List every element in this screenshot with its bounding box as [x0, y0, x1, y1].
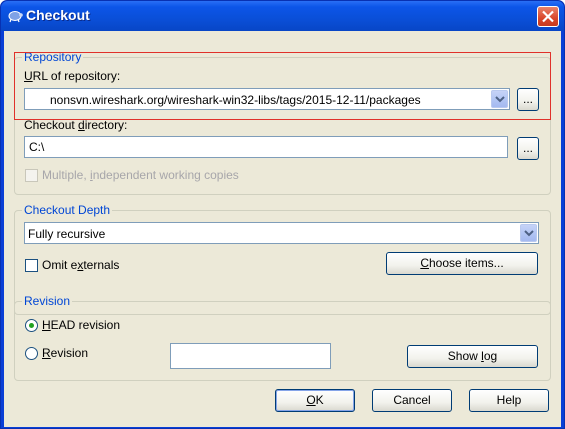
- checkout-window: Checkout Repository URL of repository: n…: [0, 0, 565, 429]
- revision-number-field[interactable]: [170, 343, 331, 369]
- multiple-working-copies-label: Multiple, independent working copies: [42, 168, 239, 182]
- tortoise-icon: [8, 11, 23, 23]
- depth-combobox[interactable]: Fully recursive: [24, 222, 539, 244]
- annotation-highlight-box: [14, 52, 551, 120]
- choose-items-button[interactable]: Choose items...: [386, 252, 538, 275]
- depth-dropdown-button[interactable]: [520, 224, 537, 242]
- ok-button[interactable]: OK: [275, 389, 355, 412]
- revision-label: Revision: [42, 346, 89, 360]
- checkout-directory-label: Checkout directory:: [24, 118, 128, 132]
- help-button[interactable]: Help: [469, 389, 549, 412]
- dropdown-arrow-icon: [524, 230, 534, 237]
- head-revision-radio[interactable]: [25, 319, 38, 332]
- directory-browse-button[interactable]: ...: [517, 137, 539, 160]
- multiple-working-copies-checkbox[interactable]: [25, 169, 38, 182]
- revision-group: Revision: [14, 294, 551, 381]
- checkout-depth-group-title: Checkout Depth: [22, 203, 113, 217]
- revision-number-input[interactable]: [171, 344, 330, 368]
- revision-radio[interactable]: [25, 347, 38, 360]
- radio-selected-dot: [29, 323, 34, 328]
- omit-externals-checkbox[interactable]: [25, 259, 38, 272]
- window-title: Checkout: [26, 7, 90, 23]
- revision-group-title: Revision: [22, 294, 73, 308]
- head-revision-label: HEAD revision: [42, 318, 121, 332]
- close-button[interactable]: [537, 6, 559, 27]
- checkout-directory-input[interactable]: [25, 137, 507, 157]
- show-log-button[interactable]: Show log: [407, 345, 538, 368]
- omit-externals-label: Omit externals: [42, 258, 120, 272]
- checkout-directory-field[interactable]: [24, 136, 508, 158]
- close-icon: [542, 10, 554, 23]
- title-bar[interactable]: Checkout: [1, 1, 564, 31]
- cancel-button[interactable]: Cancel: [372, 389, 452, 412]
- depth-value: Fully recursive: [28, 227, 106, 241]
